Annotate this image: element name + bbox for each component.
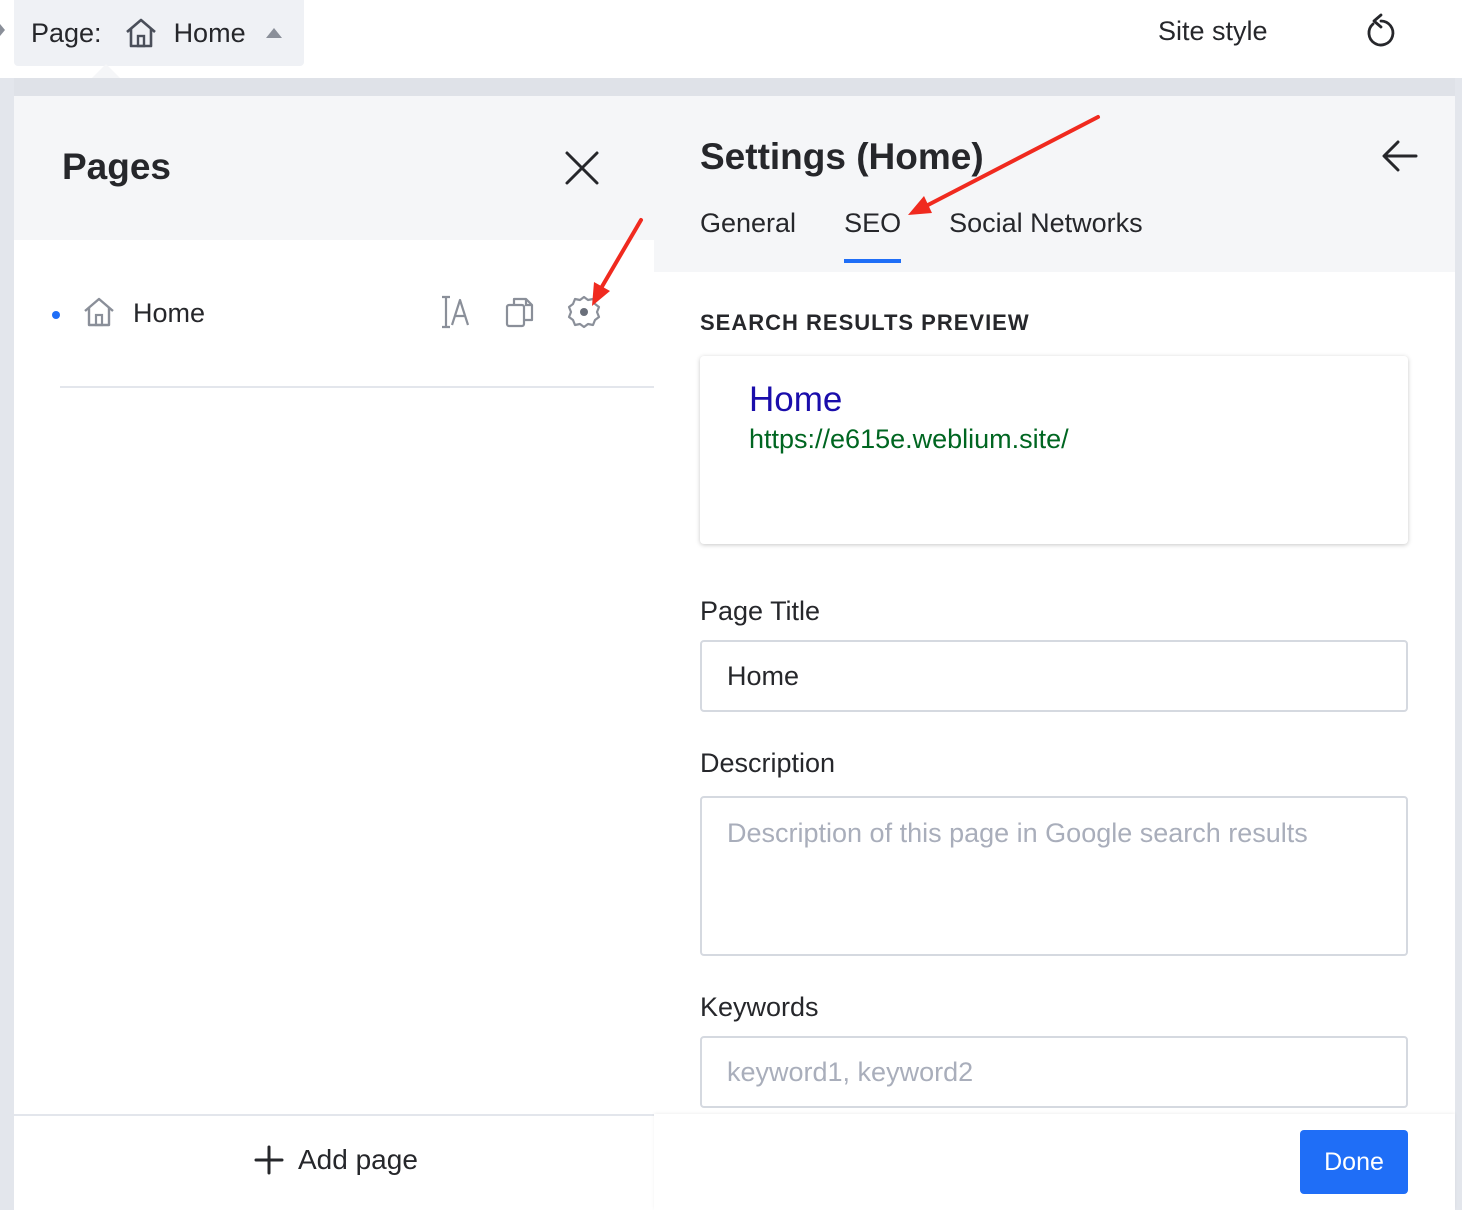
- tab-general[interactable]: General: [700, 208, 796, 263]
- settings-panel: Settings (Home) General SEO Social Netwo…: [654, 96, 1455, 1210]
- settings-title: Settings (Home): [700, 136, 984, 177]
- page-list-item[interactable]: Home: [14, 284, 654, 344]
- page-list-item-label: Home: [133, 298, 206, 328]
- dropdown-notch: [92, 64, 120, 78]
- rename-icon[interactable]: [436, 292, 476, 332]
- current-page-name: Home: [173, 17, 246, 48]
- site-style-button[interactable]: Site style: [1158, 16, 1268, 47]
- add-page-label: Add page: [298, 1144, 418, 1175]
- back-arrow-icon[interactable]: [1380, 136, 1420, 176]
- undo-icon[interactable]: [1362, 12, 1400, 52]
- search-results-preview: Home https://e615e.weblium.site/: [700, 356, 1408, 544]
- settings-tabs: General SEO Social Networks: [700, 208, 1191, 263]
- description-label: Description: [700, 748, 836, 778]
- pages-header: Pages: [14, 96, 654, 240]
- page-title-label: Page Title: [700, 596, 821, 626]
- description-textarea[interactable]: [700, 796, 1408, 956]
- list-divider: [60, 386, 654, 388]
- tab-seo[interactable]: SEO: [844, 208, 902, 263]
- close-icon[interactable]: [562, 148, 602, 188]
- keywords-input[interactable]: [700, 1036, 1408, 1108]
- done-button[interactable]: Done: [1300, 1130, 1408, 1194]
- duplicate-icon[interactable]: [500, 292, 540, 332]
- top-toolbar: Page: Home Site style: [0, 0, 1462, 78]
- search-preview-heading: SEARCH RESULTS PREVIEW: [700, 310, 1030, 330]
- caret-up-icon: [265, 28, 282, 38]
- page-selector-label: Page:: [31, 17, 102, 48]
- add-page-button[interactable]: Add page: [254, 1144, 418, 1176]
- keywords-label: Keywords: [700, 992, 819, 1022]
- preview-url: https://e615e.weblium.site/: [749, 424, 1069, 454]
- gear-icon[interactable]: [564, 292, 604, 332]
- pages-footer: Add page: [14, 1114, 654, 1210]
- settings-footer: Done: [654, 1114, 1455, 1210]
- page-title-input[interactable]: [700, 640, 1408, 712]
- current-page-dot: [52, 311, 60, 319]
- tab-social-networks[interactable]: Social Networks: [949, 208, 1143, 263]
- home-icon: [82, 296, 116, 333]
- settings-header: Settings (Home) General SEO Social Netwo…: [654, 96, 1455, 272]
- pages-panel: Pages Home Add page: [14, 96, 654, 1210]
- collapse-arrow-icon[interactable]: [0, 24, 5, 36]
- plus-icon: [254, 1145, 284, 1175]
- home-icon: [124, 17, 158, 49]
- preview-title: Home: [749, 380, 843, 419]
- page-selector[interactable]: Page: Home: [14, 0, 304, 66]
- pages-title: Pages: [62, 146, 172, 187]
